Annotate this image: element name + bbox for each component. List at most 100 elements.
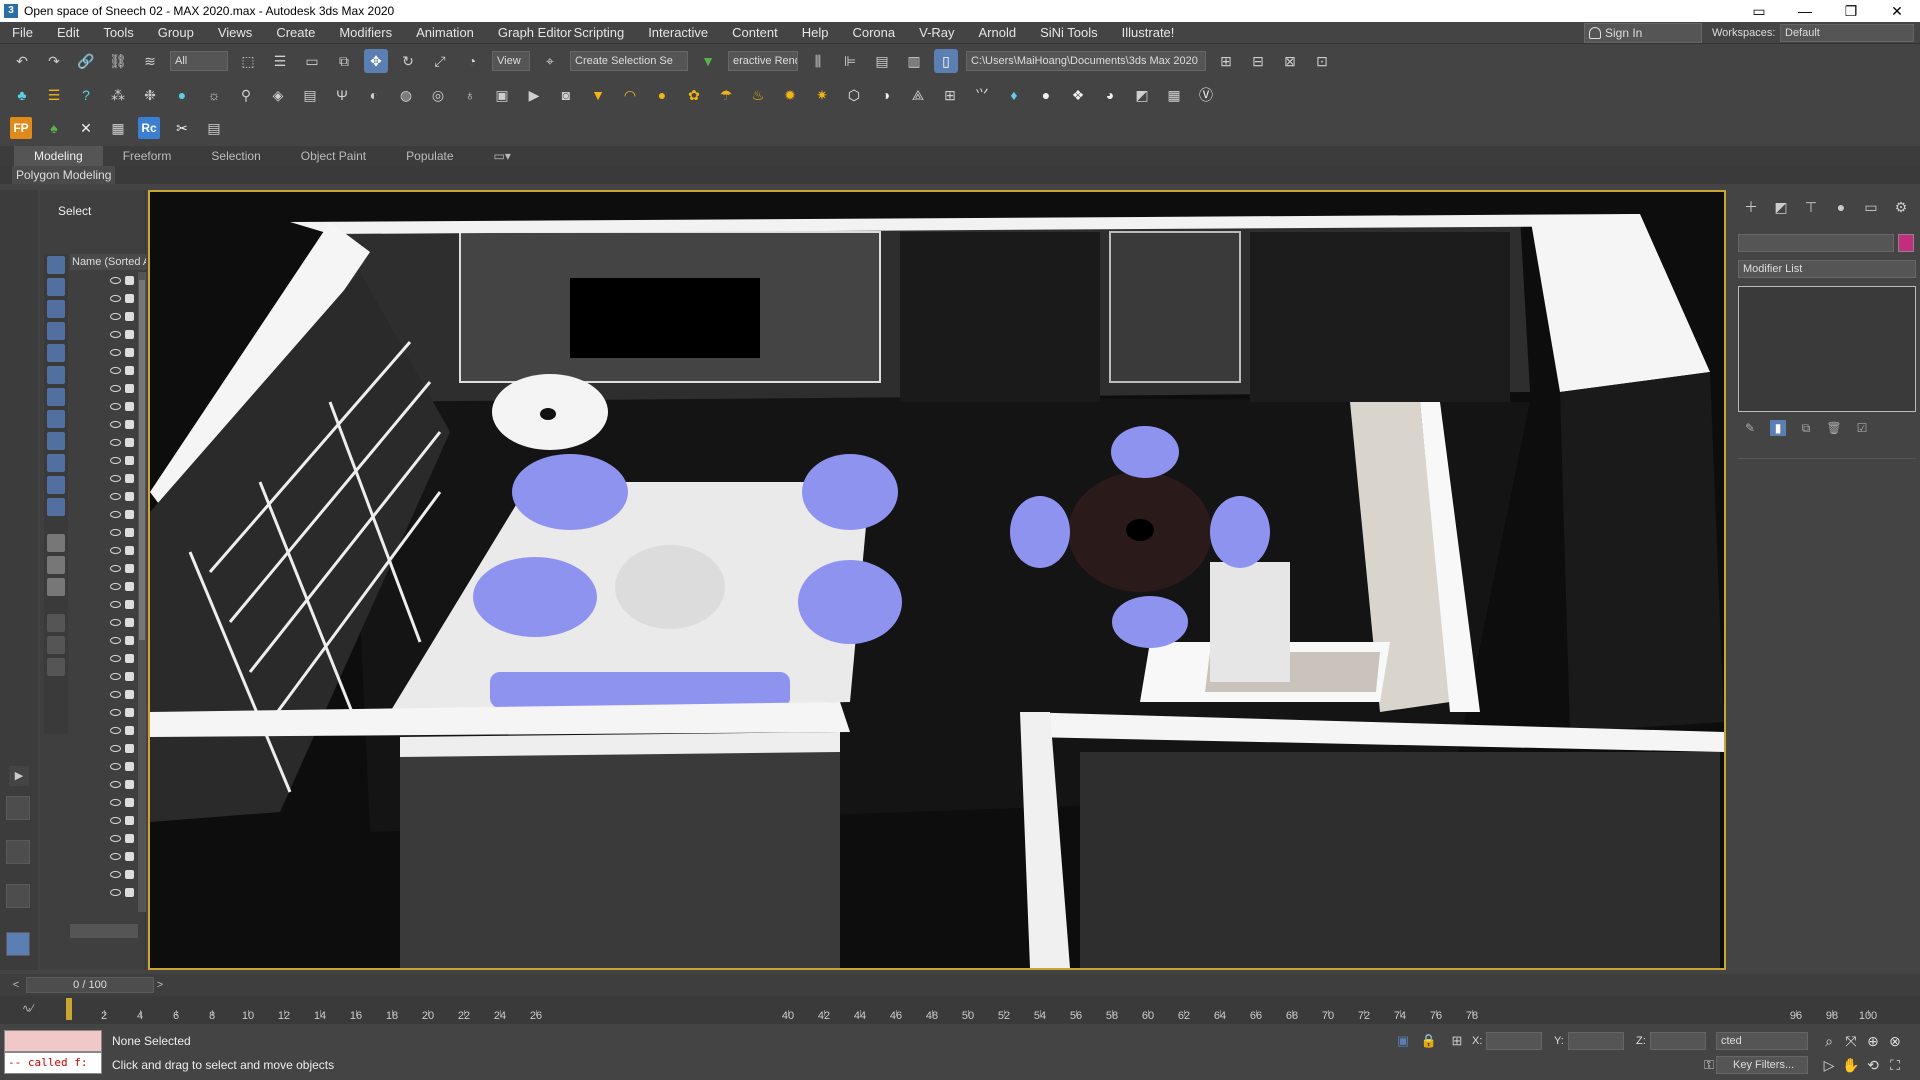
absolute-mode-icon[interactable]: ⊞ xyxy=(1448,1032,1466,1050)
list-item[interactable] xyxy=(70,326,138,344)
object-color-swatch[interactable] xyxy=(1898,234,1914,252)
select-by-name-icon[interactable]: ☰ xyxy=(268,49,292,73)
perspective-viewport[interactable] xyxy=(148,190,1726,970)
visibility-eye-icon[interactable] xyxy=(110,619,121,626)
dome-light-icon[interactable]: ◐ xyxy=(362,83,386,107)
grid-icon[interactable]: ⊞ xyxy=(938,83,962,107)
menu-sini-tools[interactable]: SiNi Tools xyxy=(1028,22,1110,44)
scatter-icon[interactable]: ❉ xyxy=(138,83,162,107)
zoom-all-icon[interactable]: ⤧ xyxy=(1842,1032,1860,1050)
visibility-eye-icon[interactable] xyxy=(110,511,121,518)
fog-icon[interactable]: ◎ xyxy=(426,83,450,107)
list-item[interactable] xyxy=(70,470,138,488)
fur-icon[interactable]: Ψ xyxy=(330,83,354,107)
select-object-icon[interactable]: ⬚ xyxy=(236,49,260,73)
project-folder-icon[interactable]: ⊞ xyxy=(1214,49,1238,73)
display-xrefs-icon[interactable] xyxy=(47,410,65,428)
display-geometry-icon[interactable] xyxy=(47,256,65,274)
interactive-render-dropdown[interactable]: eractive Rende xyxy=(728,51,798,71)
window-crossing-icon[interactable]: ⧉ xyxy=(332,49,356,73)
modifier-list-dropdown[interactable]: Modifier List xyxy=(1738,260,1916,278)
visibility-eye-icon[interactable] xyxy=(110,835,121,842)
project-path-dropdown[interactable]: C:\Users\MaiHoang\Documents\3ds Max 2020 xyxy=(966,51,1206,71)
visibility-eye-icon[interactable] xyxy=(110,817,121,824)
table-icon[interactable]: ▤ xyxy=(202,116,226,140)
ies-light-icon[interactable]: ♁ xyxy=(458,83,482,107)
menu-interactive[interactable]: Interactive xyxy=(636,22,720,44)
visibility-eye-icon[interactable] xyxy=(110,709,121,716)
display-groups-icon[interactable] xyxy=(47,388,65,406)
display-hidden-icon[interactable] xyxy=(47,498,65,516)
frame-slider-label[interactable]: 0 / 100 xyxy=(26,977,154,993)
menu-modifiers[interactable]: Modifiers xyxy=(327,22,404,44)
layout-grid-3-icon[interactable] xyxy=(6,884,30,908)
name-column-header[interactable]: Name (Sorted A xyxy=(70,254,146,270)
particles-icon[interactable]: ⁂ xyxy=(106,83,130,107)
plugin-tree-icon[interactable]: ♣ xyxy=(10,83,34,107)
corona-dome-icon[interactable]: ◠ xyxy=(618,83,642,107)
tab-populate[interactable]: Populate xyxy=(386,146,473,166)
visibility-eye-icon[interactable] xyxy=(110,313,121,320)
tools-icon[interactable]: ✕ xyxy=(74,116,98,140)
render-frame-icon[interactable]: ⊠ xyxy=(1278,49,1302,73)
vray-camera-icon[interactable]: ◙ xyxy=(554,83,578,107)
isolate-selection-icon[interactable]: ▣ xyxy=(1394,1032,1412,1050)
menu-group[interactable]: Group xyxy=(146,22,206,44)
visibility-eye-icon[interactable] xyxy=(110,889,121,896)
move-icon[interactable]: ✥ xyxy=(364,49,388,73)
list-item[interactable] xyxy=(70,650,138,668)
list-item[interactable] xyxy=(70,794,138,812)
menu-help[interactable]: Help xyxy=(790,22,841,44)
modifier-stack[interactable] xyxy=(1738,286,1916,412)
tree-icon[interactable]: ♠ xyxy=(42,116,66,140)
reference-coord-dropdown[interactable]: View xyxy=(492,51,530,71)
show-end-result-icon[interactable]: ▮ xyxy=(1770,420,1786,436)
corona-sky-icon[interactable]: ✹ xyxy=(778,83,802,107)
list-item[interactable] xyxy=(70,380,138,398)
list-item[interactable] xyxy=(70,542,138,560)
link-icon[interactable]: 🔗 xyxy=(74,49,98,73)
visibility-eye-icon[interactable] xyxy=(110,763,121,770)
fire-icon[interactable]: ♦ xyxy=(1002,83,1026,107)
y-coord-field[interactable] xyxy=(1568,1032,1624,1050)
maximize-viewport-icon[interactable]: ⛶ xyxy=(1886,1056,1904,1074)
box-icon[interactable]: ⬡ xyxy=(842,83,866,107)
mirror-icon[interactable]: ⫼ xyxy=(806,49,830,73)
list-item[interactable] xyxy=(70,776,138,794)
list-item[interactable] xyxy=(70,344,138,362)
hierarchy-tab-icon[interactable]: ⊤ xyxy=(1796,196,1826,218)
list-item[interactable] xyxy=(70,506,138,524)
place-icon[interactable]: ◔ xyxy=(460,49,484,73)
visibility-eye-icon[interactable] xyxy=(110,421,121,428)
list-item[interactable] xyxy=(70,308,138,326)
visibility-eye-icon[interactable] xyxy=(110,673,121,680)
list-item[interactable] xyxy=(70,488,138,506)
align-icon[interactable]: ⊫ xyxy=(838,49,862,73)
visibility-eye-icon[interactable] xyxy=(110,583,121,590)
selection-lock-icon[interactable]: 🔒 xyxy=(1420,1032,1438,1050)
minimize-button[interactable]: — xyxy=(1782,0,1828,22)
make-unique-icon[interactable]: ⧉ xyxy=(1798,420,1814,436)
filter-icon[interactable] xyxy=(47,636,65,654)
fov-icon[interactable]: ▷ xyxy=(1820,1056,1838,1074)
list-item[interactable] xyxy=(70,668,138,686)
display-containers-icon[interactable] xyxy=(47,454,65,472)
object-name-field[interactable] xyxy=(1738,234,1894,252)
scene-explorer-icon[interactable]: ▯ xyxy=(934,49,958,73)
bind-spacewarp-icon[interactable]: ≋ xyxy=(138,49,162,73)
light-icon[interactable]: ● xyxy=(170,83,194,107)
toggle-ribbon-icon[interactable]: ▥ xyxy=(902,49,926,73)
list-item[interactable] xyxy=(70,596,138,614)
visibility-eye-icon[interactable] xyxy=(110,601,121,608)
list-item[interactable] xyxy=(70,830,138,848)
corona-light-icon[interactable]: ▼ xyxy=(586,83,610,107)
rect-selection-icon[interactable]: ▭ xyxy=(300,49,324,73)
rotate-icon[interactable]: ↻ xyxy=(396,49,420,73)
list-item[interactable] xyxy=(70,434,138,452)
menu-content[interactable]: Content xyxy=(720,22,790,44)
list-item[interactable] xyxy=(70,362,138,380)
maxscript-input[interactable] xyxy=(4,1030,102,1052)
x-coord-field[interactable] xyxy=(1486,1032,1542,1050)
tab-object-paint[interactable]: Object Paint xyxy=(281,146,386,166)
menu-arnold[interactable]: Arnold xyxy=(967,22,1029,44)
